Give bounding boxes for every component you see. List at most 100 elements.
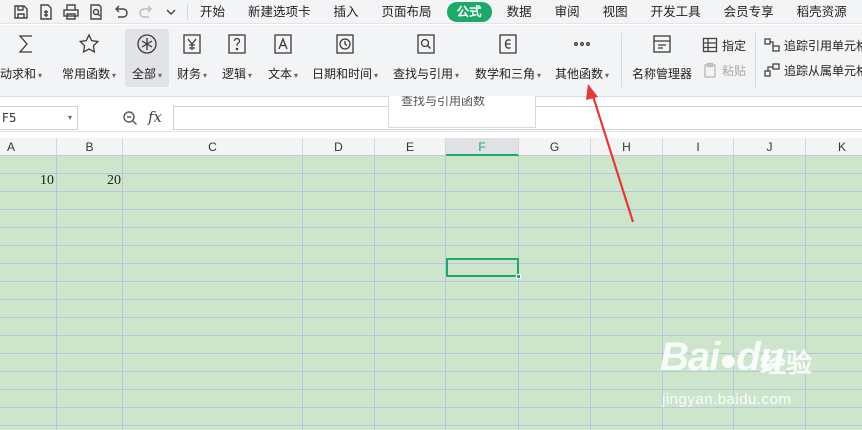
print-icon[interactable] xyxy=(58,1,83,23)
lookup-reference-button[interactable]: 查找与引用 ▾ xyxy=(389,29,463,87)
math-trig-label: 数学和三角 xyxy=(474,67,535,81)
all-functions-label: 全部 xyxy=(131,67,156,81)
logic-button[interactable]: 逻辑 ▾ xyxy=(217,29,257,87)
tab-developer[interactable]: 开发工具 xyxy=(643,2,709,22)
specify-button[interactable]: 指定 xyxy=(702,35,746,55)
column-header-k[interactable]: K xyxy=(806,138,862,156)
trace-precedents-label: 追踪引用单元格 xyxy=(784,38,862,53)
more-dots-icon xyxy=(570,29,594,59)
gridline xyxy=(445,156,446,430)
column-headers: A B C D E F G H I J K xyxy=(0,138,862,156)
tab-review[interactable]: 审阅 xyxy=(547,2,588,22)
menu-tabs: 开始 新建选项卡 插入 页面布局 公式 数据 审阅 视图 开发工具 会员专享 稻… xyxy=(192,0,862,24)
column-header-f[interactable]: F xyxy=(446,138,519,156)
tab-page-layout[interactable]: 页面布局 xyxy=(374,2,440,22)
gridline xyxy=(374,156,375,430)
autosum-button[interactable]: 自动求和▾ xyxy=(0,29,52,87)
insert-function-button[interactable]: fx xyxy=(148,108,162,126)
name-manager-button[interactable]: 名称管理器 xyxy=(628,29,696,87)
tab-member[interactable]: 会员专享 xyxy=(716,2,782,22)
zoom-magnifier-icon[interactable] xyxy=(122,110,138,126)
name-box[interactable]: F5 ▾ xyxy=(0,106,78,130)
yen-icon xyxy=(180,29,204,59)
tab-docer-resources[interactable]: 稻壳资源 xyxy=(789,2,855,22)
trace-dependents-button[interactable]: 追踪从属单元格 xyxy=(764,60,862,80)
name-manager-icon xyxy=(650,29,674,59)
tab-data[interactable]: 数据 xyxy=(499,2,540,22)
column-header-g[interactable]: G xyxy=(519,138,591,156)
redo-icon[interactable] xyxy=(133,1,158,23)
chevron-down-icon: ▾ xyxy=(203,71,208,80)
finance-button[interactable]: 财务 ▾ xyxy=(172,29,212,87)
datetime-label: 日期和时间 xyxy=(311,67,372,81)
customize-dropdown-icon[interactable] xyxy=(158,1,183,23)
formula-ribbon: 自动求和▾ 常用函数▾ 全部▾ 财务▾ 逻辑▾ 文本▾ 日期和时 xyxy=(0,25,862,97)
chevron-down-icon: ▾ xyxy=(248,71,253,80)
specify-grid-icon xyxy=(702,37,718,53)
selected-cell[interactable] xyxy=(446,258,521,279)
toolbar-divider xyxy=(187,3,188,20)
chevron-down-icon: ▾ xyxy=(158,71,163,80)
quick-access-toolbar xyxy=(0,0,192,24)
datetime-button[interactable]: 日期和时间 ▾ xyxy=(308,29,382,87)
tab-new-tab[interactable]: 新建选项卡 xyxy=(240,2,319,22)
column-header-e[interactable]: E xyxy=(375,138,446,156)
baidu-jingyan-watermark: Bai●du 经验 jingyan.baidu.com xyxy=(660,335,860,425)
cell-a1[interactable]: 10 xyxy=(0,173,54,189)
name-manager-label: 名称管理器 xyxy=(631,67,692,81)
autosum-label: 自动求和 xyxy=(0,67,36,81)
column-header-i[interactable]: I xyxy=(663,138,734,156)
text-a-icon xyxy=(271,29,295,59)
tab-insert[interactable]: 插入 xyxy=(326,2,367,22)
text-functions-button[interactable]: 文本 ▾ xyxy=(262,29,304,87)
watermark-chinese: 经验 xyxy=(760,349,813,379)
name-box-value: F5 xyxy=(2,111,17,125)
other-functions-label: 其他函数 xyxy=(554,67,603,81)
common-functions-button[interactable]: 常用函数 ▾ xyxy=(58,29,120,87)
column-header-d[interactable]: D xyxy=(303,138,375,156)
gridline xyxy=(518,156,519,430)
lookup-reference-label: 查找与引用 xyxy=(392,67,453,81)
sigma-icon xyxy=(14,29,38,59)
chevron-down-icon[interactable]: ▾ xyxy=(68,107,72,129)
gridline xyxy=(302,156,303,430)
print-preview-icon[interactable] xyxy=(83,1,108,23)
chevron-down-icon: ▾ xyxy=(294,71,299,80)
fill-handle[interactable] xyxy=(516,274,521,279)
menu-bar: 开始 新建选项卡 插入 页面布局 公式 数据 审阅 视图 开发工具 会员专享 稻… xyxy=(0,0,862,24)
tab-view[interactable]: 视图 xyxy=(595,2,636,22)
paste-name-button[interactable]: 粘贴 xyxy=(702,60,746,80)
question-icon xyxy=(225,29,249,59)
chevron-down-icon: ▾ xyxy=(38,71,43,80)
ribbon-tooltip: 查找与引用函数 xyxy=(388,96,536,128)
asterisk-circle-icon xyxy=(135,29,159,59)
all-functions-button[interactable]: 全部 ▾ xyxy=(125,29,169,87)
column-header-j[interactable]: J xyxy=(734,138,806,156)
column-header-h[interactable]: H xyxy=(591,138,663,156)
paste-label: 粘贴 xyxy=(722,63,747,78)
trace-precedents-button[interactable]: 追踪引用单元格 xyxy=(764,35,862,55)
chevron-down-icon: ▾ xyxy=(455,71,460,80)
column-header-a[interactable]: A xyxy=(0,138,57,156)
export-pdf-icon[interactable] xyxy=(33,1,58,23)
gridline xyxy=(122,156,123,430)
chevron-down-icon: ▾ xyxy=(374,71,379,80)
math-trig-button[interactable]: 数学和三角 ▾ xyxy=(469,29,547,87)
cell-b1[interactable]: 20 xyxy=(57,173,121,189)
math-theta-icon xyxy=(496,29,520,59)
paw-icon: ● xyxy=(719,344,737,377)
watermark-url: jingyan.baidu.com xyxy=(662,391,792,408)
star-icon xyxy=(77,29,101,59)
undo-icon[interactable] xyxy=(108,1,133,23)
save-icon[interactable] xyxy=(8,1,33,23)
trace-dependents-label: 追踪从属单元格 xyxy=(784,63,862,78)
chevron-down-icon: ▾ xyxy=(112,71,117,80)
paste-icon xyxy=(704,62,716,78)
tab-home[interactable]: 开始 xyxy=(192,2,233,22)
other-functions-button[interactable]: 其他函数 ▾ xyxy=(550,29,614,87)
tab-formulas[interactable]: 公式 xyxy=(446,1,492,22)
chevron-down-icon: ▾ xyxy=(605,71,610,80)
column-header-c[interactable]: C xyxy=(123,138,303,156)
gridline xyxy=(590,156,591,430)
column-header-b[interactable]: B xyxy=(57,138,123,156)
